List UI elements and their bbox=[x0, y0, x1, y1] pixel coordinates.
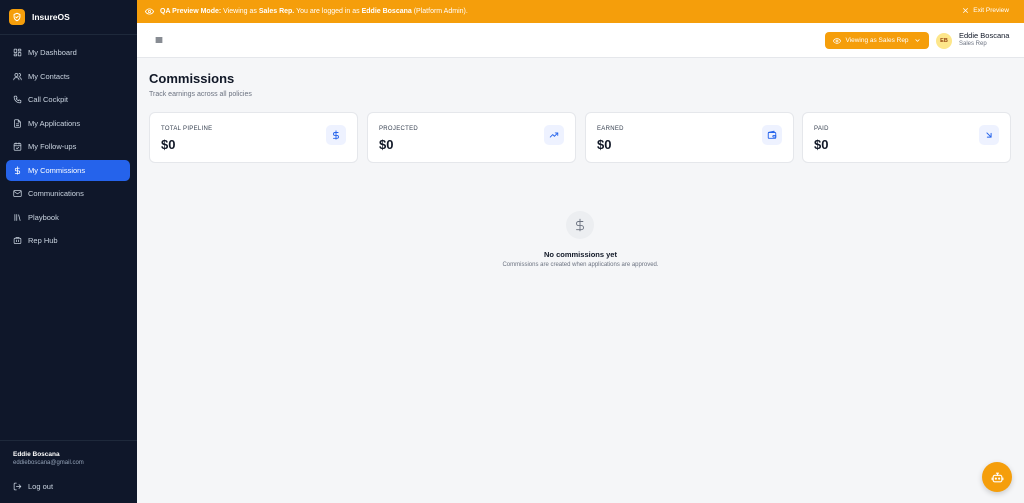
stat-card-total-pipeline: TOTAL PIPELINE $0 bbox=[149, 112, 358, 163]
phone-icon bbox=[13, 95, 22, 104]
qa-preview-banner: QA Preview Mode: Viewing as Sales Rep. Y… bbox=[137, 0, 1024, 23]
mail-icon bbox=[13, 190, 22, 197]
banner-mode-label: QA Preview Mode: bbox=[160, 8, 222, 15]
stat-card-label: EARNED bbox=[597, 126, 624, 132]
sidebar-item-label: Communications bbox=[28, 189, 84, 198]
logout-icon bbox=[13, 482, 22, 491]
stat-card-value: $0 bbox=[379, 137, 394, 152]
empty-state-subtitle: Commissions are created when application… bbox=[502, 262, 659, 268]
sidebar-item-label: My Follow-ups bbox=[28, 142, 77, 151]
wallet-icon bbox=[762, 125, 782, 145]
sidebar-item-my-commissions[interactable]: My Commissions bbox=[6, 159, 130, 181]
header-user-name: Eddie Boscana bbox=[959, 31, 1010, 40]
sidebar-item-communications[interactable]: Communications bbox=[6, 183, 130, 204]
sidebar-item-my-contacts[interactable]: My Contacts bbox=[6, 66, 130, 87]
sidebar-item-rep-hub[interactable]: Rep Hub bbox=[6, 230, 130, 251]
stat-card-label: PROJECTED bbox=[379, 126, 419, 132]
stat-card-label: TOTAL PIPELINE bbox=[161, 126, 213, 132]
trending-up-icon bbox=[544, 125, 564, 145]
bot-icon bbox=[991, 472, 1003, 482]
stat-card-paid: PAID $0 bbox=[802, 112, 1011, 163]
exit-preview-button[interactable]: Exit Preview bbox=[962, 7, 1009, 14]
exit-preview-label: Exit Preview bbox=[973, 7, 1009, 14]
sidebar-item-label: My Contacts bbox=[28, 71, 70, 81]
banner-admin: (Platform Admin). bbox=[411, 8, 468, 15]
banner-logged-in: You are logged in as bbox=[294, 8, 362, 15]
sidebar-nav: My Dashboard My Contacts Call Cockpit My… bbox=[6, 42, 130, 254]
dollar-icon bbox=[326, 125, 346, 145]
sidebar-item-label: My Applications bbox=[28, 118, 81, 128]
top-header: Viewing as Sales Rep EB Eddie Boscana Sa… bbox=[137, 23, 1024, 58]
stat-card-label: PAID bbox=[814, 126, 829, 132]
sidebar: InsureOS My Dashboard My Contacts Call C… bbox=[0, 0, 137, 503]
stat-card-earned: EARNED $0 bbox=[585, 112, 794, 163]
assistant-bot-button[interactable] bbox=[982, 462, 1012, 492]
stat-card-value: $0 bbox=[814, 137, 829, 152]
shield-logo-icon bbox=[9, 9, 25, 25]
banner-role: Sales Rep. bbox=[258, 8, 295, 15]
sidebar-item-call-cockpit[interactable]: Call Cockpit bbox=[6, 89, 130, 110]
logout-button[interactable]: Log out bbox=[13, 482, 53, 491]
dollar-icon bbox=[14, 165, 21, 175]
banner-user: Eddie Boscana bbox=[361, 8, 412, 15]
sidebar-item-label: Rep Hub bbox=[28, 236, 58, 245]
close-icon bbox=[963, 8, 969, 13]
calendar-icon bbox=[13, 142, 22, 151]
sidebar-item-playbook[interactable]: Playbook bbox=[6, 207, 130, 228]
viewing-as-label: Viewing as Sales Rep bbox=[845, 37, 909, 44]
sidebar-item-label: Playbook bbox=[28, 212, 59, 222]
library-icon bbox=[14, 213, 21, 221]
menu-icon[interactable] bbox=[155, 36, 163, 44]
stat-card-value: $0 bbox=[161, 137, 176, 152]
viewing-as-dropdown[interactable]: Viewing as Sales Rep bbox=[825, 32, 929, 49]
logout-label: Log out bbox=[28, 482, 54, 491]
empty-state-title: No commissions yet bbox=[544, 250, 617, 259]
sidebar-item-my-follow-ups[interactable]: My Follow-ups bbox=[6, 136, 130, 157]
sidebar-user-email: eddieboscana@gmail.com bbox=[13, 460, 84, 466]
empty-state-dollar-icon bbox=[566, 211, 594, 239]
sidebar-item-my-applications[interactable]: My Applications bbox=[6, 113, 130, 134]
brand[interactable]: InsureOS bbox=[0, 1, 137, 33]
eye-icon bbox=[145, 8, 154, 15]
brand-name: InsureOS bbox=[32, 12, 70, 22]
sidebar-item-label: Call Cockpit bbox=[28, 95, 69, 104]
users-icon bbox=[13, 72, 22, 80]
building-icon bbox=[13, 237, 22, 244]
sidebar-item-label: My Commissions bbox=[28, 165, 86, 175]
eye-icon bbox=[833, 37, 842, 44]
banner-viewing-as: Viewing as bbox=[221, 8, 259, 15]
sidebar-divider bbox=[0, 34, 137, 35]
header-user-role: Sales Rep bbox=[959, 41, 987, 47]
sidebar-item-label: My Dashboard bbox=[28, 48, 77, 57]
stat-card-value: $0 bbox=[597, 137, 612, 152]
page-title: Commissions bbox=[149, 71, 235, 86]
sidebar-divider bbox=[0, 440, 137, 441]
page-subtitle: Track earnings across all policies bbox=[149, 91, 252, 98]
sidebar-user-name: Eddie Boscana bbox=[13, 451, 60, 458]
stat-card-projected: PROJECTED $0 bbox=[367, 112, 576, 163]
dashboard-icon bbox=[13, 48, 22, 57]
arrow-down-right-icon bbox=[979, 125, 999, 145]
document-icon bbox=[14, 118, 21, 128]
chevron-down-icon bbox=[914, 39, 920, 42]
banner-text: QA Preview Mode: Viewing as Sales Rep. Y… bbox=[160, 8, 468, 15]
sidebar-item-my-dashboard[interactable]: My Dashboard bbox=[6, 42, 130, 63]
avatar[interactable]: EB bbox=[936, 33, 952, 49]
